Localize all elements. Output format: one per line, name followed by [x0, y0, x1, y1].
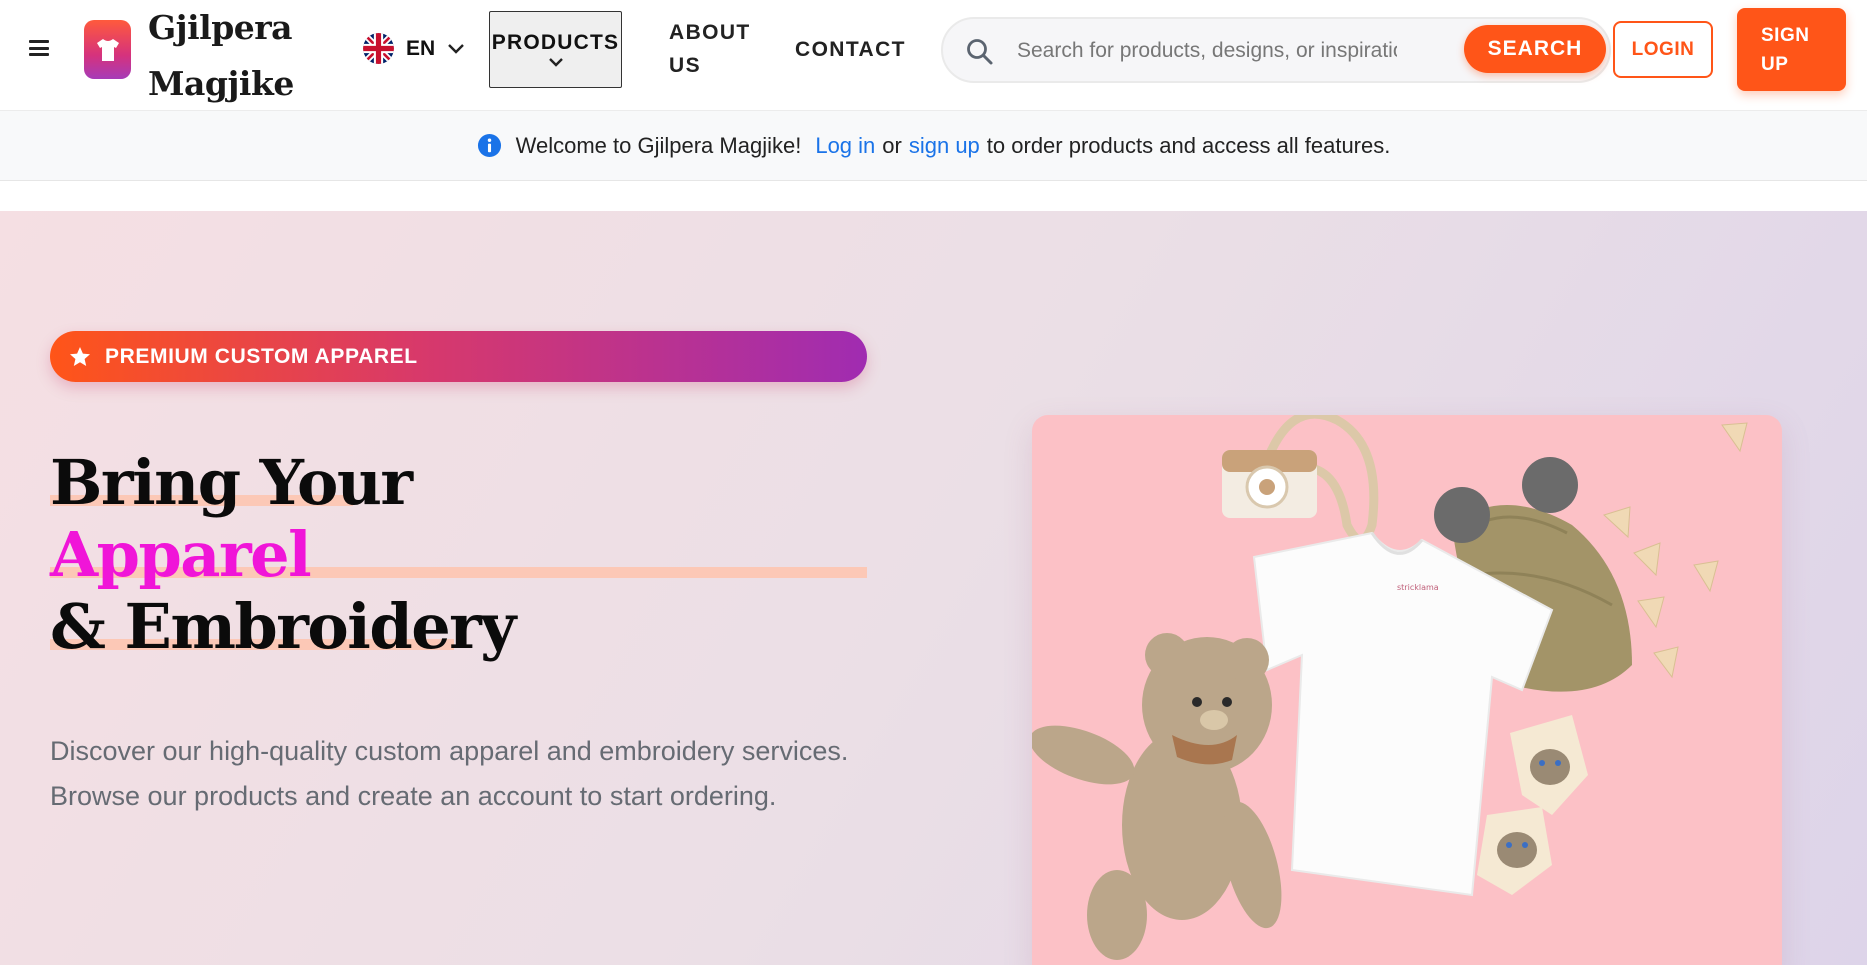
brand-line-2: Magjike — [148, 64, 294, 103]
brand-name[interactable]: Gjilpera Magjike — [148, 0, 298, 112]
headline-line-2: Apparel — [50, 519, 867, 591]
welcome-suffix: to order products and access all feature… — [986, 132, 1391, 158]
menu-icon[interactable] — [29, 40, 49, 56]
hero-description: Discover our high-quality custom apparel… — [50, 736, 849, 811]
search-icon — [967, 39, 993, 65]
site-header: Gjilpera Magjike EN PRODUCTS ABOUT US CO… — [0, 0, 1867, 111]
svg-text:stricklama: stricklama — [1397, 583, 1439, 592]
tshirt-logo-icon[interactable] — [84, 20, 131, 79]
headline-line-1: Bring Your — [50, 447, 515, 519]
star-icon — [70, 346, 90, 366]
brand-line-1: Gjilpera — [148, 8, 293, 47]
nav-about-us[interactable]: ABOUT US — [669, 16, 759, 82]
language-code: EN — [406, 36, 436, 60]
welcome-signup-link[interactable]: sign up — [909, 133, 980, 159]
login-button[interactable]: LOGIN — [1613, 21, 1713, 78]
products-label: PRODUCTS — [491, 31, 620, 54]
chevron-down-icon — [448, 43, 465, 54]
hero-section: PREMIUM CUSTOM APPAREL Bring Your Appare… — [0, 211, 1867, 965]
signup-line-2: UP — [1761, 53, 1789, 75]
premium-badge-text: PREMIUM CUSTOM APPAREL — [105, 344, 418, 368]
hero-headline: Bring Your Apparel & Embroidery — [50, 447, 867, 663]
signup-button[interactable]: SIGN UP — [1737, 8, 1846, 91]
products-menu-button[interactable]: PRODUCTS — [489, 11, 622, 88]
headline-line-3: & Embroidery — [50, 590, 516, 663]
nav-contact[interactable]: CONTACT — [795, 33, 906, 66]
search-input[interactable] — [1017, 31, 1397, 71]
premium-badge: PREMIUM CUSTOM APPAREL — [50, 331, 867, 382]
info-icon — [477, 133, 501, 158]
nav-about-line-2: US — [669, 54, 701, 77]
chevron-down-icon — [548, 58, 563, 67]
search-button[interactable]: SEARCH — [1464, 25, 1606, 73]
nav-about-line-1: ABOUT — [669, 21, 751, 44]
language-selector[interactable]: EN — [363, 33, 465, 64]
hero-product-photo: stricklama — [1032, 415, 1782, 965]
welcome-login-link[interactable]: Log in — [815, 133, 875, 159]
welcome-or-text: or — [882, 132, 902, 158]
uk-flag-icon — [363, 33, 394, 64]
signup-line-1: SIGN — [1761, 24, 1810, 46]
welcome-banner: Welcome to Gjilpera Magjike! Log in or s… — [0, 111, 1867, 181]
welcome-prefix: Welcome to Gjilpera Magjike! — [515, 132, 802, 158]
